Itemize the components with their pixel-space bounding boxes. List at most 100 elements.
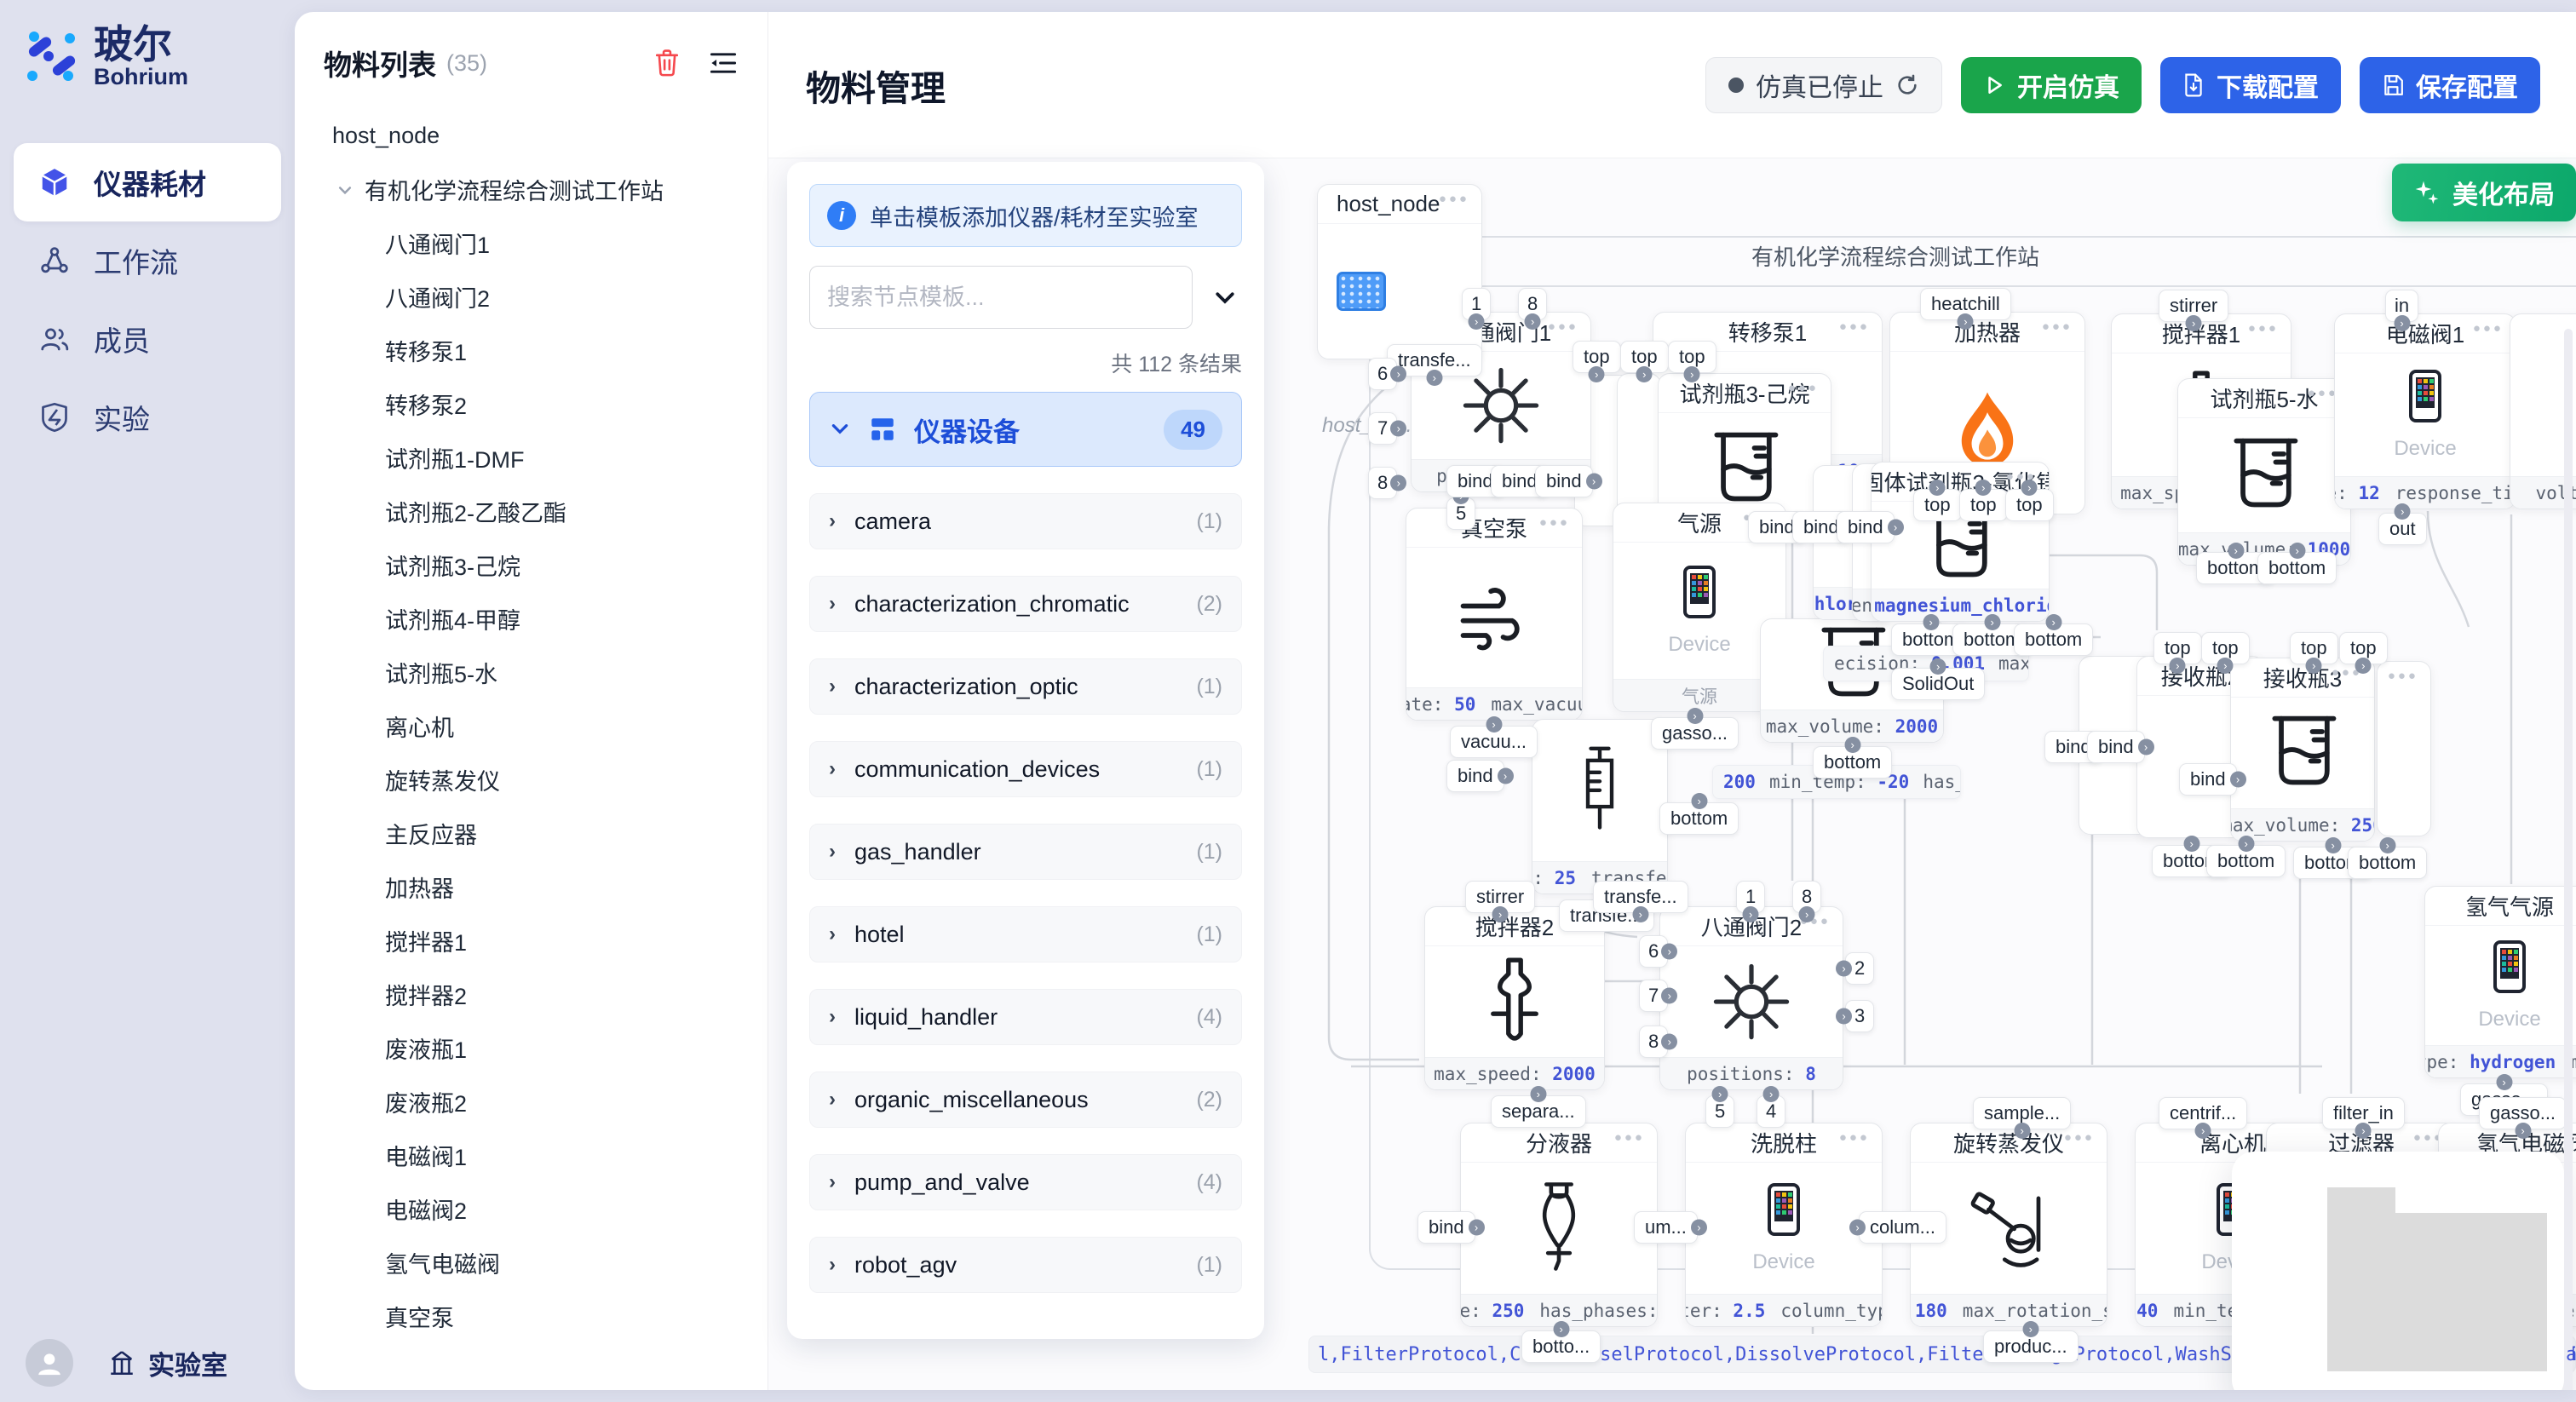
port-bind[interactable]: bind› xyxy=(2087,731,2145,763)
node-menu-icon[interactable]: ●●● xyxy=(1839,319,1870,334)
group-header-instruments[interactable]: 仪器设备 49 xyxy=(809,392,1242,467)
port-6[interactable]: 6› xyxy=(1368,358,1397,390)
category-row-characterization_optic[interactable]: ›characterization_optic(1) xyxy=(809,658,1242,715)
node-menu-icon[interactable]: ●●● xyxy=(1614,1130,1645,1145)
tree-item[interactable]: 试剂瓶2-乙酸乙酯 xyxy=(295,485,768,538)
port-8[interactable]: 8› xyxy=(1639,1026,1668,1058)
port-in[interactable]: in› xyxy=(2385,290,2418,322)
preview-overlay-card[interactable] xyxy=(2232,1152,2564,1390)
node-menu-icon[interactable]: ●●● xyxy=(1548,319,1578,334)
tree-item[interactable]: host_node xyxy=(295,109,768,163)
category-row-characterization_chromatic[interactable]: ›characterization_chromatic(2) xyxy=(809,576,1242,632)
port-2[interactable]: 2› xyxy=(1845,952,1874,985)
port-8[interactable]: 8› xyxy=(1518,288,1547,320)
port-top[interactable]: top› xyxy=(2153,632,2202,664)
tree-item[interactable]: 真空泵 xyxy=(295,1290,768,1343)
port-1[interactable]: 1› xyxy=(1462,288,1491,320)
node-rb5[interactable]: 试剂瓶5-水●●●max_volume: 1000 xyxy=(2177,378,2351,566)
port-bind[interactable]: bind› xyxy=(1837,511,1895,543)
port-bottom[interactable]: bottom› xyxy=(2257,552,2337,584)
node-menu-icon[interactable]: ●●● xyxy=(2248,321,2279,336)
port-top[interactable]: top› xyxy=(1913,489,1962,521)
tree-item[interactable]: 废液瓶2 xyxy=(295,1075,768,1129)
trash-icon[interactable] xyxy=(650,46,684,80)
category-row-gas_handler[interactable]: ›gas_handler(1) xyxy=(809,824,1242,880)
chevron-down-icon[interactable] xyxy=(332,181,358,198)
port-8[interactable]: 8› xyxy=(1368,467,1397,499)
sidebar-item-2[interactable]: 成员 xyxy=(14,300,281,378)
port-5[interactable]: 5› xyxy=(1446,497,1475,530)
node-menu-icon[interactable]: ●●● xyxy=(2042,319,2073,334)
canvas-scrollbar[interactable] xyxy=(2564,329,2573,1390)
sidebar-item-3[interactable]: 实验 xyxy=(14,378,281,457)
download-config-button[interactable]: 下载配置 xyxy=(2160,57,2341,113)
node-menu-icon[interactable]: ●●● xyxy=(1539,515,1570,530)
port-top[interactable]: top› xyxy=(1573,341,1621,373)
port-top[interactable]: top› xyxy=(1620,341,1669,373)
port-bottom[interactable]: bottom› xyxy=(2014,623,2093,656)
simulation-status-pill[interactable]: 仿真已停止 xyxy=(1705,57,1942,113)
port-bottom[interactable]: bottom› xyxy=(2348,847,2427,879)
port-5[interactable]: 5› xyxy=(1705,1095,1734,1128)
port-bind[interactable]: bind› xyxy=(2179,763,2237,796)
port-7[interactable]: 7› xyxy=(1368,412,1397,445)
search-input[interactable] xyxy=(809,266,1193,329)
tree-item[interactable]: 搅拌器2 xyxy=(295,968,768,1021)
node-sv1[interactable]: 电磁阀1●●●Devicevoltage: 12response_time: 0… xyxy=(2334,313,2516,509)
avatar[interactable] xyxy=(26,1339,73,1387)
save-config-button[interactable]: 保存配置 xyxy=(2360,57,2540,113)
chevron-down-icon[interactable] xyxy=(1208,280,1242,314)
category-row-hotel[interactable]: ›hotel(1) xyxy=(809,906,1242,962)
tree-item[interactable]: 加热器 xyxy=(295,860,768,914)
tree-item[interactable]: 旋转蒸发仪 xyxy=(295,753,768,807)
port-bind[interactable]: bind› xyxy=(1446,760,1504,792)
node-host[interactable]: host_node●●● xyxy=(1317,184,1482,359)
port-bind[interactable]: bind› xyxy=(1535,465,1593,497)
port-4[interactable]: 4› xyxy=(1757,1095,1785,1128)
node-bv2[interactable]: 八通阀门2●●●positions: 8 xyxy=(1659,906,1843,1090)
port-out[interactable]: out› xyxy=(2378,513,2427,545)
node-st2[interactable]: 搅拌器2●●●max_speed: 2000 xyxy=(1424,906,1605,1090)
port-top[interactable]: top› xyxy=(2005,489,2054,521)
tree-item[interactable]: 试剂瓶1-DMF xyxy=(295,431,768,485)
port-7[interactable]: 7› xyxy=(1639,980,1668,1012)
port-top[interactable]: top› xyxy=(2339,632,2388,664)
port-top[interactable]: top› xyxy=(2290,632,2338,664)
tree-item[interactable]: 氢气电磁阀 xyxy=(295,1236,768,1290)
node-menu-icon[interactable]: ●●● xyxy=(1788,381,1819,395)
tree-item[interactable]: 转移泵1 xyxy=(295,324,768,377)
lab-link[interactable]: 实验室 xyxy=(107,1344,227,1382)
node-sep[interactable]: 分液器●●●volume: 250has_phases: true xyxy=(1460,1123,1658,1327)
sidebar-item-1[interactable]: 工作流 xyxy=(14,221,281,300)
sidebar-item-0[interactable]: 仪器耗材 xyxy=(14,143,281,221)
node-menu-icon[interactable]: ●●● xyxy=(2473,321,2504,336)
port-vacuu[interactable]: vacuu...› xyxy=(1450,726,1538,758)
port-filter_in[interactable]: filter_in› xyxy=(2322,1097,2405,1129)
node-recv3[interactable]: 接收瓶3●●●max_volume: 250 xyxy=(2230,658,2375,842)
port-top[interactable]: top› xyxy=(1668,341,1716,373)
start-simulation-button[interactable]: 开启仿真 xyxy=(1961,57,2142,113)
port-3[interactable]: 3› xyxy=(1845,1000,1874,1032)
port-bottom[interactable]: bottom› xyxy=(1813,746,1892,779)
node-menu-icon[interactable]: ●●● xyxy=(2388,669,2418,683)
category-row-communication_devices[interactable]: ›communication_devices(1) xyxy=(809,741,1242,797)
tree-item[interactable]: 试剂瓶4-甲醇 xyxy=(295,592,768,646)
tree-item[interactable]: 试剂瓶5-水 xyxy=(295,646,768,699)
tree-item[interactable]: 八通阀门1 xyxy=(295,216,768,270)
port-um[interactable]: um...› xyxy=(1634,1211,1698,1244)
port-sample[interactable]: sample...› xyxy=(1973,1097,2071,1129)
node-recvR[interactable]: ●●● xyxy=(2377,661,2431,836)
collapse-list-icon[interactable] xyxy=(706,46,740,80)
category-row-pump_and_valve[interactable]: ›pump_and_valve(4) xyxy=(809,1154,1242,1210)
port-centrif[interactable]: centrif...› xyxy=(2159,1097,2247,1129)
port-gasso[interactable]: gasso...› xyxy=(2479,1097,2567,1129)
port-1[interactable]: 1› xyxy=(1736,881,1765,913)
port-stirrer[interactable]: stirrer› xyxy=(2159,290,2228,322)
category-row-robot_agv[interactable]: ›robot_agv(1) xyxy=(809,1237,1242,1293)
category-row-camera[interactable]: ›camera(1) xyxy=(809,493,1242,549)
tree-item[interactable]: 试剂瓶3-己烷 xyxy=(295,538,768,592)
port-bind[interactable]: bind› xyxy=(1417,1211,1475,1244)
port-bottom[interactable]: bottom› xyxy=(2206,845,2286,877)
port-heatchill[interactable]: heatchill› xyxy=(1920,288,2011,320)
port-separa[interactable]: separa...› xyxy=(1491,1095,1586,1128)
